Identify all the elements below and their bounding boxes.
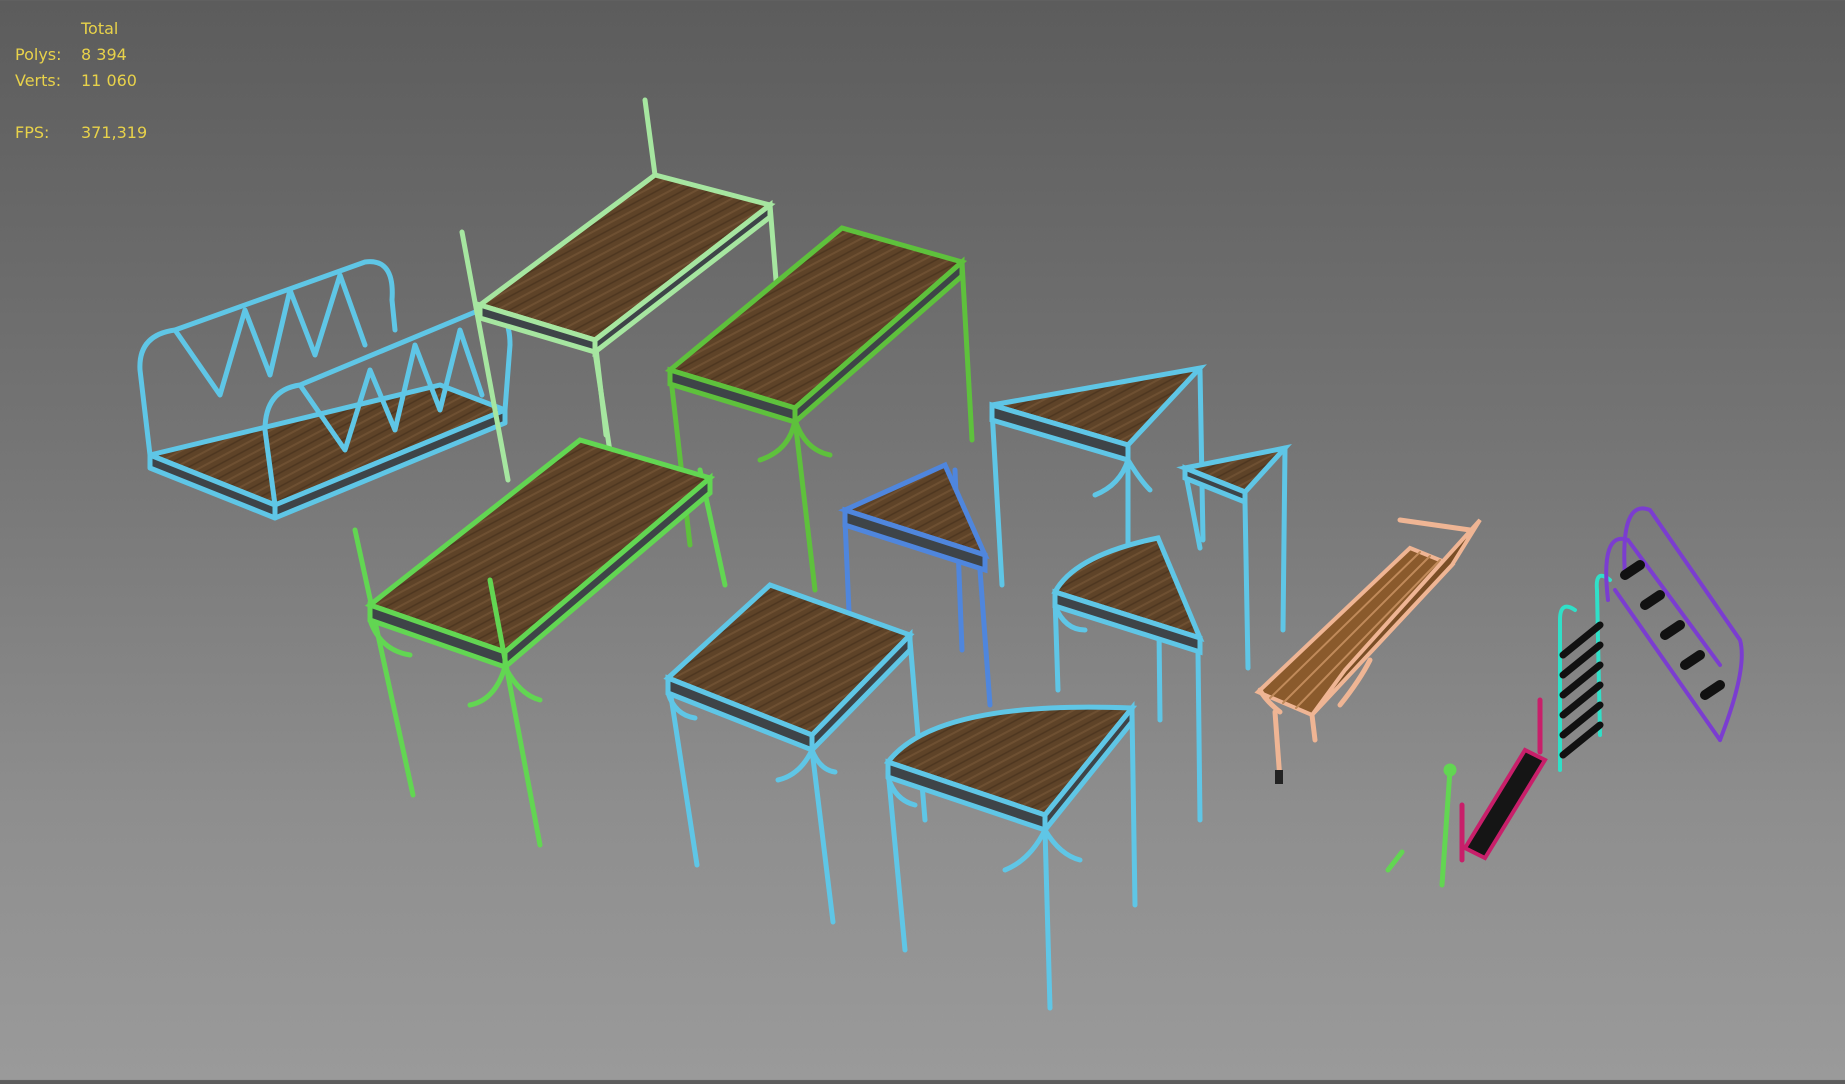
polys-label: Polys: [15, 45, 62, 64]
scene-canvas [137, 97, 1744, 1011]
quarter-table-front-model[interactable] [883, 700, 1138, 1011]
square-table-leg [907, 637, 928, 823]
rear-table-leg [642, 97, 658, 178]
long-table-front-model[interactable] [352, 437, 728, 848]
triangle-table-brace [1092, 457, 1153, 498]
triangle-table-leg [1197, 367, 1206, 543]
bracket-small-model[interactable] [1385, 763, 1457, 888]
square-table-model[interactable] [663, 582, 928, 925]
blue-table-leg [977, 567, 993, 708]
small-table-leg [1280, 445, 1288, 633]
ramp-body [1462, 747, 1548, 861]
park-bench-model[interactable] [1254, 517, 1482, 784]
stair-purple-model[interactable] [1604, 506, 1744, 742]
verts-value: 11 060 [81, 71, 137, 90]
sofa-frame-model[interactable] [137, 259, 513, 521]
quarter-front-leg [1042, 827, 1053, 1011]
long-table-rear-model[interactable] [459, 97, 779, 483]
quarter-front-leg [1129, 709, 1138, 908]
fps-label: FPS: [15, 123, 50, 142]
bracket-small [1385, 849, 1405, 873]
fps-value: 371,319 [81, 123, 148, 142]
middle-table-leg [959, 259, 975, 443]
stats-polys-row: Polys: 8 394 [15, 42, 147, 68]
stats-verts-row: Verts: 11 060 [15, 68, 147, 94]
ladder-steps [1559, 621, 1604, 759]
front-table-leg [352, 527, 416, 798]
triangle-table-leg [989, 407, 1005, 588]
square-table-leg [809, 747, 836, 925]
3d-viewport[interactable]: Total Polys: 8 394 Verts: 11 060 FPS: 37… [0, 0, 1845, 1080]
viewport-stats-overlay: Total Polys: 8 394 Verts: 11 060 FPS: 37… [15, 16, 147, 146]
square-table-top [663, 582, 915, 738]
verts-label: Verts: [15, 71, 62, 90]
triangle-table-large-model[interactable] [989, 364, 1207, 588]
small-table-leg [1242, 499, 1251, 671]
ladder-teal-model[interactable] [1558, 573, 1612, 772]
quarter-mid-leg [1195, 649, 1203, 823]
stats-header-row: Total [15, 16, 147, 42]
post-small [1439, 767, 1453, 888]
sofa-back-truss-rear [172, 272, 368, 398]
polys-value: 8 394 [81, 45, 127, 64]
stats-fps-row: FPS: 371,319 [15, 120, 147, 146]
stats-header: Total [81, 19, 119, 38]
stair-stringer [1613, 588, 1722, 742]
ramp-rail-model[interactable] [1459, 697, 1548, 863]
bench-foot [1275, 770, 1283, 784]
